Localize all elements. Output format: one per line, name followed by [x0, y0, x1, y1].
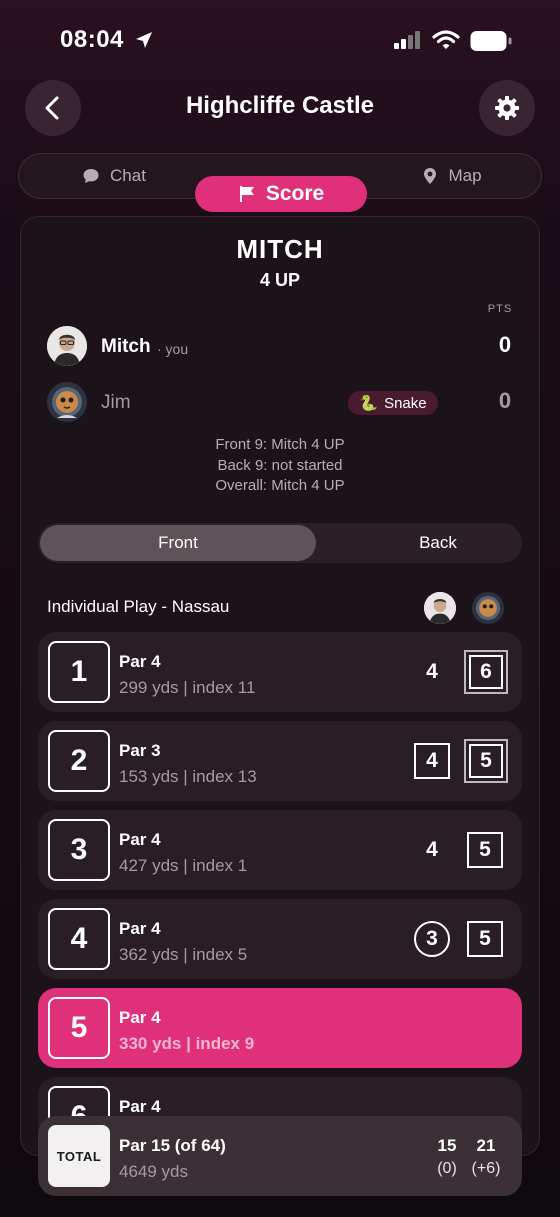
nine-toggle: Front Back: [38, 523, 522, 563]
hole-info: 427 yds | index 1: [119, 856, 248, 875]
status-time: 08:04: [60, 26, 124, 53]
total-mitch-score: 15: [437, 1136, 457, 1155]
hole-par: Par 4: [119, 1008, 161, 1027]
snake-badge-label: Snake: [384, 394, 427, 412]
wifi-icon: [432, 30, 460, 49]
score-mitch: 3: [414, 921, 450, 957]
settings-button[interactable]: [479, 80, 535, 136]
score-mitch: 4: [426, 660, 438, 683]
hole-row-1[interactable]: 1 Par 4 299 yds | index 11 4 6: [38, 632, 522, 712]
hole-number: 1: [48, 641, 110, 703]
hole-row-2[interactable]: 2 Par 3 153 yds | index 13 4 5: [38, 721, 522, 801]
player-you-label: · you: [157, 341, 189, 357]
hole-row-3[interactable]: 3 Par 4 427 yds | index 1 4 5: [38, 810, 522, 890]
tab-map[interactable]: Map: [367, 158, 537, 194]
points-jim: 0: [498, 388, 512, 413]
column-avatar-mitch: [424, 592, 456, 624]
back-nine-button[interactable]: Back: [318, 525, 558, 561]
score-jim: 6: [464, 650, 508, 694]
hole-par: Par 3: [119, 741, 161, 760]
hole-number: 4: [48, 908, 110, 970]
hole-info: 299 yds | index 11: [119, 678, 256, 697]
hole-row-5[interactable]: 5 Par 4 330 yds | index 9: [38, 988, 522, 1068]
avatar-mitch[interactable]: [47, 326, 87, 366]
total-jim: 21 (+6): [466, 1116, 506, 1178]
hole-par: Par 4: [119, 919, 161, 938]
score-mitch: 4: [426, 838, 438, 861]
summary-front: Front 9: Mitch 4 UP: [215, 436, 345, 453]
score-jim: 5: [467, 832, 503, 868]
total-label: TOTAL: [48, 1125, 110, 1187]
total-mitch-diff: (0): [437, 1160, 457, 1177]
hole-info: 330 yds | index 9: [119, 1034, 255, 1053]
points-mitch: 0: [498, 332, 512, 357]
page-title: Highcliffe Castle: [185, 92, 375, 119]
snake-badge: 🐍 Snake: [348, 391, 438, 415]
score-jim: 5: [467, 921, 503, 957]
hole-par: Par 4: [119, 652, 161, 671]
hole-number: 2: [48, 730, 110, 792]
tab-score[interactable]: Score: [195, 176, 367, 212]
screen: 08:04 Highcliffe Castle Chat Score Map M…: [0, 0, 560, 1217]
tab-map-label: Map: [448, 166, 482, 185]
tab-score-label: Score: [265, 182, 325, 205]
battery-icon: [470, 31, 512, 51]
map-pin-icon: [424, 168, 437, 184]
match-status: 4 UP: [259, 270, 301, 290]
points-header: PTS: [487, 303, 513, 315]
tab-chat-label: Chat: [110, 166, 146, 185]
column-avatar-jim: [472, 592, 504, 624]
player-name-jim: Jim: [101, 392, 131, 413]
summary-back: Back 9: not started: [217, 457, 343, 474]
total-summary-bar: TOTAL Par 15 (of 64) 4649 yds 15 (0) 21 …: [38, 1116, 522, 1196]
score-jim: 5: [464, 739, 508, 783]
cellular-signal-icon: [394, 31, 420, 49]
gear-icon: [495, 96, 519, 120]
hole-number: 3: [48, 819, 110, 881]
tab-chat[interactable]: Chat: [29, 158, 199, 194]
hole-info: 153 yds | index 13: [119, 767, 257, 786]
score-mitch: 4: [414, 743, 450, 779]
hole-number: 5: [48, 997, 110, 1059]
person-avatar-image: [47, 326, 87, 366]
location-arrow-icon: [136, 32, 152, 48]
avatar-jim[interactable]: [47, 382, 87, 422]
total-yards: 4649 yds: [119, 1162, 188, 1181]
chat-bubble-icon: [83, 169, 99, 183]
hole-par: Par 4: [119, 830, 161, 849]
status-bar: 08:04: [0, 0, 560, 80]
total-par: Par 15 (of 64): [119, 1136, 226, 1155]
match-leader: MITCH: [236, 234, 324, 264]
summary-overall: Overall: Mitch 4 UP: [215, 477, 345, 494]
total-jim-score: 21: [476, 1136, 496, 1155]
hole-info: 362 yds | index 5: [119, 945, 248, 964]
flag-icon: [239, 186, 254, 202]
hole-row-4[interactable]: 4 Par 4 362 yds | index 5 3 5: [38, 899, 522, 979]
player-name-mitch: Mitch: [101, 336, 151, 357]
snake-icon: 🐍: [359, 395, 379, 412]
astronaut-cat-avatar-image: [47, 382, 87, 422]
game-mode-label: Individual Play - Nassau: [47, 597, 230, 616]
total-mitch: 15 (0): [427, 1116, 467, 1178]
tab-bar: Chat Score Map: [18, 153, 542, 212]
front-nine-button[interactable]: Front: [40, 525, 316, 561]
total-jim-diff: (+6): [471, 1160, 501, 1177]
hole-par: Par 4: [119, 1097, 161, 1116]
